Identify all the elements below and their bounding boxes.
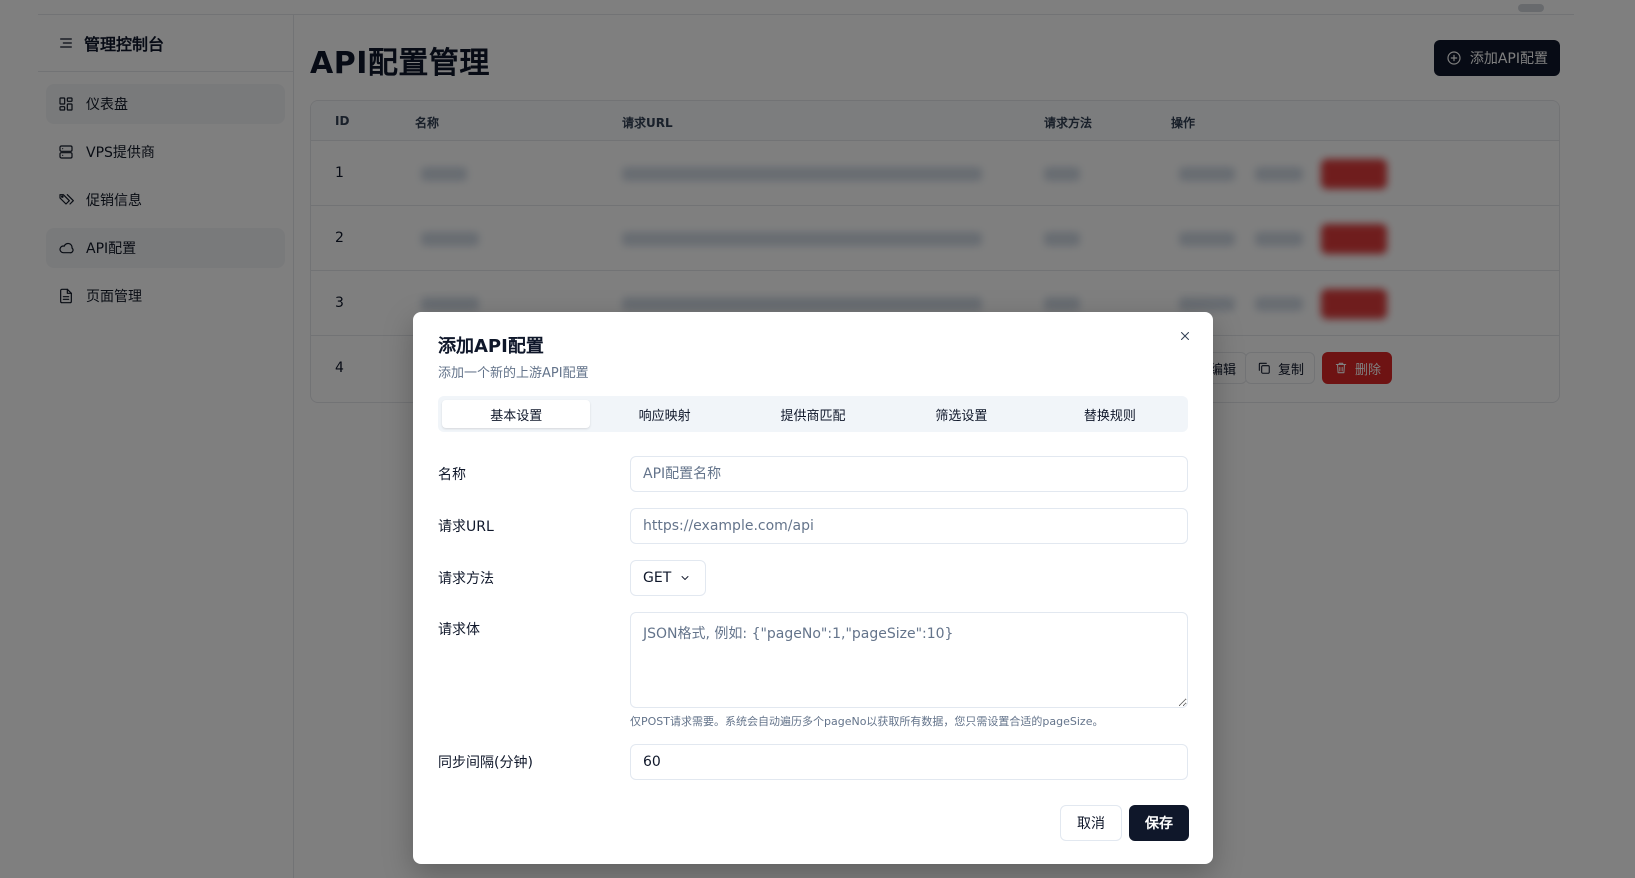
tab-response-mapping[interactable]: 响应映射	[590, 400, 738, 428]
url-label: 请求URL	[438, 519, 494, 535]
cancel-button[interactable]: 取消	[1060, 805, 1122, 841]
dialog-title: 添加API配置	[438, 336, 544, 357]
add-api-config-dialog: 添加API配置 添加一个新的上游API配置 基本设置 响应映射 提供商匹配 筛选…	[413, 312, 1213, 864]
method-label: 请求方法	[438, 571, 494, 587]
tab-provider-matching[interactable]: 提供商匹配	[739, 400, 887, 428]
save-button[interactable]: 保存	[1129, 805, 1189, 841]
body-hint: 仅POST请求需要。系统会自动遍历多个pageNo以获取所有数据，您只需设置合适…	[630, 715, 1104, 728]
method-select[interactable]: GET	[630, 560, 706, 596]
interval-input[interactable]	[630, 744, 1188, 780]
url-input[interactable]	[630, 508, 1188, 544]
name-label: 名称	[438, 467, 466, 483]
name-input[interactable]	[630, 456, 1188, 492]
close-icon	[1177, 328, 1193, 344]
tab-replace-rules[interactable]: 替换规则	[1036, 400, 1184, 428]
body-textarea[interactable]	[630, 612, 1188, 708]
close-button[interactable]	[1175, 326, 1195, 346]
body-label: 请求体	[438, 622, 480, 638]
dialog-subtitle: 添加一个新的上游API配置	[438, 366, 589, 381]
dialog-tabs: 基本设置 响应映射 提供商匹配 筛选设置 替换规则	[438, 396, 1188, 432]
chevron-down-icon	[677, 570, 693, 586]
interval-label: 同步间隔(分钟)	[438, 755, 533, 771]
tab-filter-settings[interactable]: 筛选设置	[887, 400, 1035, 428]
tab-basic-settings[interactable]: 基本设置	[442, 400, 591, 428]
method-value: GET	[643, 570, 672, 586]
